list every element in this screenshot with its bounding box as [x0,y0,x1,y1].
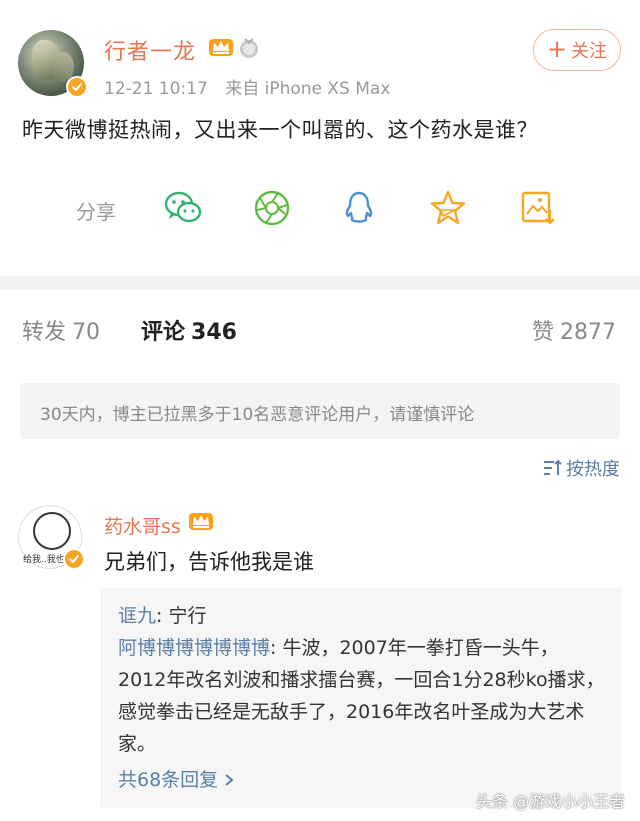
avatar-caption: 给我..我也 [23,555,65,565]
plus-icon: + [546,35,568,63]
follow-button[interactable]: + 关注 [533,29,621,71]
section-divider [0,276,640,290]
tab-likes-label: 赞 [532,320,555,345]
qq-icon[interactable] [339,188,379,228]
author-name[interactable]: 行者一龙 [104,34,196,66]
reply-box[interactable]: 诓九: 宁行 阿博博博博博博博: 牛波，2007年一拳打昏一头牛，2012年改名… [100,588,622,808]
save-image-icon[interactable] [518,188,558,228]
watermark: 头条 @游戏小小王者 [476,792,626,811]
commenter-name[interactable]: 药水哥ss [104,512,181,539]
tab-comments-count: 346 [191,320,237,345]
share-label: 分享 [76,200,116,224]
commenter-avatar[interactable]: 给我..我也 [18,505,85,570]
moments-icon[interactable] [252,188,292,228]
tab-likes-count: 2877 [560,320,617,345]
sort-by-hot-button[interactable]: 按热度 [542,455,620,481]
post-source: 来自 iPhone XS Max [225,79,391,99]
tab-likes[interactable]: 赞 2877 [532,314,616,346]
verified-badge-icon [63,548,85,570]
tab-comments[interactable]: 评论 346 [141,314,237,346]
wechat-icon[interactable] [163,188,203,228]
comment-notice: 30天内，博主已拉黑多于10名恶意评论用户，请谨慎评论 [20,383,620,439]
share-row: 分享 [0,180,640,236]
reply-item: 阿博博博博博博博: 牛波，2007年一拳打昏一头牛，2012年改名刘波和播求擂台… [118,632,606,760]
tab-reposts-label: 转发 [22,320,67,345]
medal-icon [240,38,258,58]
vip-crown-icon [189,513,213,530]
sort-label: 按热度 [566,459,620,480]
tab-bar: 转发 70 评论 346 赞 2877 [0,296,640,358]
vip-crown-icon [209,39,233,56]
reply-author[interactable]: 诓九 [118,605,156,627]
chevron-right-icon [225,774,234,786]
tab-reposts-count: 70 [72,320,101,345]
qzone-star-icon[interactable] [428,188,468,228]
tab-reposts[interactable]: 转发 70 [22,314,100,346]
author-avatar[interactable] [18,30,88,98]
reply-text: : 宁行 [156,605,207,627]
post-time: 12-21 10:17 [104,79,208,99]
post-text: 昨天微博挺热闹，又出来一个叫嚣的、这个药水是谁？ [22,118,538,142]
post-meta: 12-21 10:17 来自 iPhone XS Max [104,74,390,99]
sort-icon [544,459,562,475]
comment-text: 兄弟们，告诉他我是谁 [104,550,314,574]
reply-author[interactable]: 阿博博博博博博博 [118,637,270,659]
tab-comments-label: 评论 [141,320,186,345]
reply-item: 诓九: 宁行 [118,600,606,632]
more-replies-link[interactable]: 共68条回复 [118,764,234,796]
post-header: 行者一龙 12-21 10:17 来自 iPhone XS Max + 关注 [0,0,640,110]
verified-badge-icon [66,76,88,98]
more-replies-label: 共68条回复 [118,769,219,791]
meme-face [33,512,71,550]
follow-label: 关注 [571,41,608,62]
